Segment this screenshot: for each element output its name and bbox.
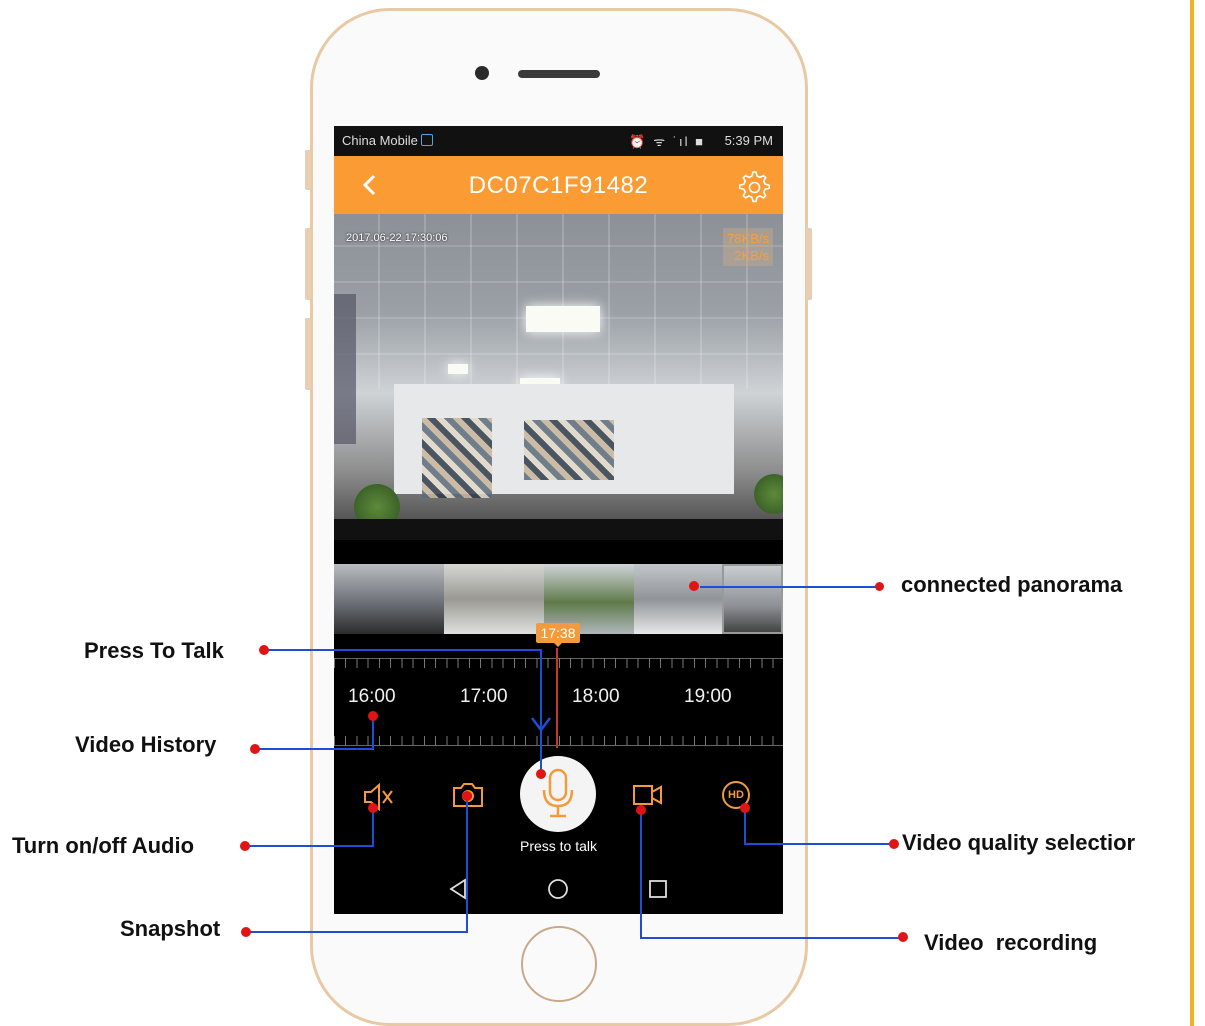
video-floor <box>334 519 783 540</box>
timeline-hour: 18:00 <box>572 686 620 707</box>
talk-pointer-dot <box>536 769 546 779</box>
quality-pointer-line <box>746 843 894 845</box>
photo-collage <box>422 418 492 498</box>
quality-pointer-vertical <box>744 808 746 845</box>
live-video[interactable]: 2017.06-22 17:30:06 78KB/s 2KB/s <box>334 214 783 540</box>
timeline-ticks-top <box>334 658 783 668</box>
audio-pointer-vertical <box>372 808 374 847</box>
history-label-dot <box>250 744 260 754</box>
press-to-talk-label: Press to talk <box>519 838 598 854</box>
nav-recents-icon[interactable] <box>648 879 668 899</box>
snapshot-label-dot <box>241 927 251 937</box>
sim-icon <box>420 134 433 146</box>
audio-pointer-dot <box>368 803 378 813</box>
mute-switch <box>305 150 311 190</box>
hd-label: HD <box>728 789 744 801</box>
panorama-segment <box>444 564 544 634</box>
panorama-label-dot <box>875 582 884 591</box>
app-bar: DC07C1F91482 <box>334 156 783 214</box>
panorama-pointer-dot <box>689 581 699 591</box>
status-time: 5:39 PM <box>724 133 773 148</box>
recording-label-dot <box>898 932 908 942</box>
timeline-cursor[interactable] <box>556 648 558 748</box>
panorama-segment <box>634 564 722 634</box>
recording-pointer-vertical <box>640 810 642 939</box>
page-border-line <box>1190 0 1194 1026</box>
nav-back-icon[interactable] <box>448 878 468 900</box>
panorama-segment <box>334 564 444 634</box>
snapshot-pointer-line <box>248 931 468 933</box>
talk-label-dot <box>259 645 269 655</box>
status-bar: China Mobile ⏰ ᯤ ˙ıl ■ 5:39 PM <box>334 126 783 156</box>
history-pointer-line <box>258 748 374 750</box>
upload-rate: 2KB/s <box>734 248 769 263</box>
status-icons: ⏰ ᯤ ˙ıl ■ <box>629 134 705 149</box>
timeline-hour: 16:00 <box>348 686 396 707</box>
quality-label-dot <box>889 839 899 849</box>
history-pointer-vertical <box>372 716 374 750</box>
panorama-pointer-line <box>700 586 878 588</box>
video-gap <box>334 540 783 564</box>
annotation-audio: Turn on/off Audio <box>12 833 195 858</box>
carrier-label: China Mobile <box>342 133 418 148</box>
annotation-video-history: Video History <box>75 732 217 757</box>
front-camera <box>475 66 489 80</box>
control-bar: Press to talk HD <box>334 748 783 864</box>
press-to-talk-button[interactable] <box>520 756 596 832</box>
current-time-marker: 17:38 <box>536 623 580 647</box>
gear-icon[interactable] <box>735 168 771 204</box>
timeline-bottom-line <box>334 745 783 746</box>
ceiling-light <box>526 306 600 332</box>
timeline-hour: 17:00 <box>460 686 508 707</box>
audio-label-dot <box>240 841 250 851</box>
recording-pointer-dot <box>636 805 646 815</box>
carrier: China Mobile <box>342 133 433 148</box>
talk-pointer-line <box>266 649 542 651</box>
plant <box>754 474 783 514</box>
annotation-snapshot: Snapshot <box>120 916 221 941</box>
volume-up-button <box>305 228 311 300</box>
history-pointer-dot <box>368 711 378 721</box>
download-rate: 78KB/s <box>727 231 769 246</box>
quality-pointer-dot <box>740 803 750 813</box>
nav-home-icon[interactable] <box>547 878 569 900</box>
video-timestamp: 2017.06-22 17:30:06 <box>346 232 448 244</box>
talk-pointer-vertical <box>540 649 542 773</box>
talk-pointer-arrow <box>531 717 551 733</box>
photo-collage <box>524 420 614 480</box>
annotation-press-to-talk: Press To Talk <box>84 638 224 663</box>
power-button <box>806 228 812 300</box>
annotation-panorama: connected panorama <box>901 572 1123 597</box>
audio-pointer-line <box>246 845 374 847</box>
video-history-timeline[interactable]: 16:00 17:00 18:00 19:00 <box>334 648 783 748</box>
volume-down-button <box>305 318 311 390</box>
video-edge <box>334 294 356 444</box>
recording-pointer-line <box>640 937 904 939</box>
video-record-icon[interactable] <box>632 782 664 808</box>
earpiece-speaker <box>518 70 600 78</box>
bitrate-display: 78KB/s 2KB/s <box>723 228 773 266</box>
annotation-recording: Video recording <box>924 930 1098 955</box>
annotation-quality: Video quality selectior <box>902 830 1136 855</box>
snapshot-pointer-dot <box>462 791 472 801</box>
home-button[interactable] <box>521 926 597 1002</box>
android-nav-bar <box>334 866 783 914</box>
panorama-thumbnail[interactable] <box>722 564 783 634</box>
phone-screen: China Mobile ⏰ ᯤ ˙ıl ■ 5:39 PM DC07C1F91… <box>334 126 783 914</box>
snapshot-pointer-vertical <box>466 795 468 933</box>
ceiling-light <box>448 364 468 374</box>
timeline-hour: 19:00 <box>684 686 732 707</box>
camera-title: DC07C1F91482 <box>468 172 649 199</box>
